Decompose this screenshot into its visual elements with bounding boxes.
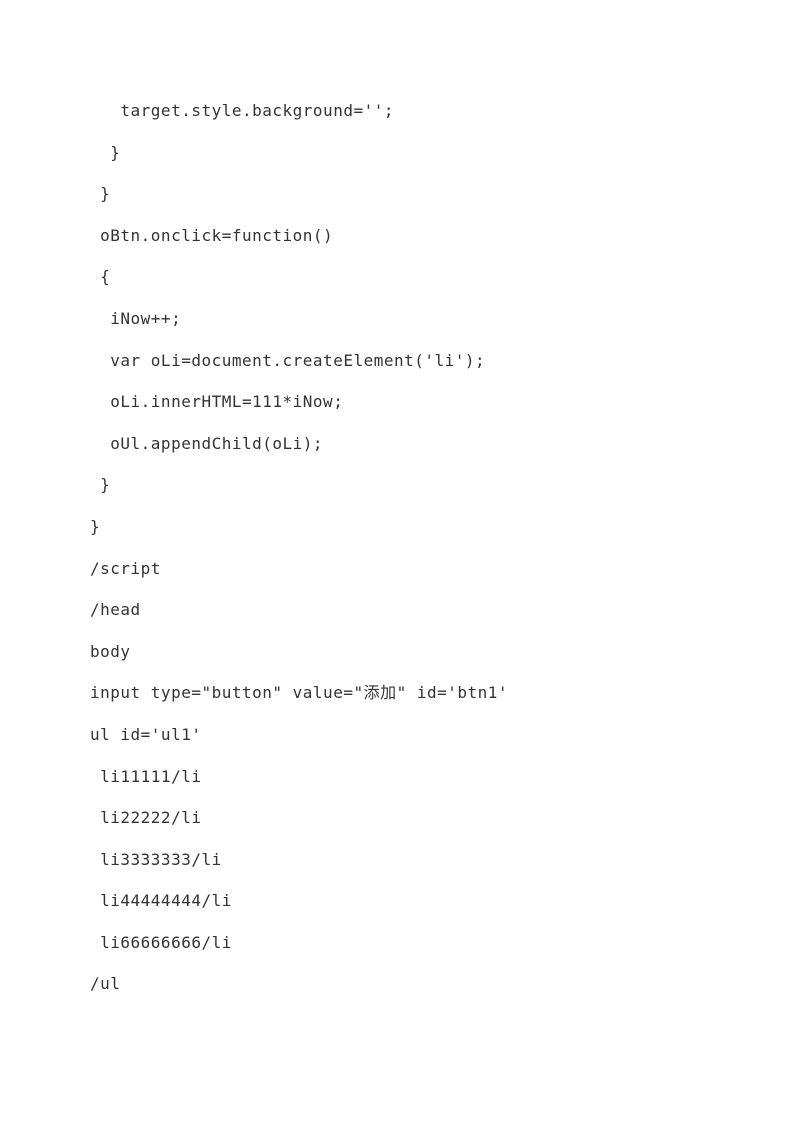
code-line: /ul — [90, 963, 710, 1005]
code-line: /head — [90, 589, 710, 631]
code-line: oUl.appendChild(oLi); — [90, 423, 710, 465]
code-line: ul id='ul1' — [90, 714, 710, 756]
code-line: /script — [90, 548, 710, 590]
code-line: oBtn.onclick=function() — [90, 215, 710, 257]
code-line: input type="button" value="添加" id='btn1' — [90, 672, 710, 714]
code-line: oLi.innerHTML=111*iNow; — [90, 381, 710, 423]
code-line: body — [90, 631, 710, 673]
code-line: li22222/li — [90, 797, 710, 839]
code-line: { — [90, 256, 710, 298]
code-line: } — [90, 464, 710, 506]
code-line: iNow++; — [90, 298, 710, 340]
code-line: } — [90, 173, 710, 215]
code-line: li44444444/li — [90, 880, 710, 922]
code-block: target.style.background=''; } } oBtn.onc… — [90, 90, 710, 1005]
code-line: } — [90, 506, 710, 548]
code-line: li3333333/li — [90, 839, 710, 881]
code-line: } — [90, 132, 710, 174]
code-line: li11111/li — [90, 756, 710, 798]
code-line: li66666666/li — [90, 922, 710, 964]
code-line: target.style.background=''; — [90, 90, 710, 132]
code-line: var oLi=document.createElement('li'); — [90, 340, 710, 382]
